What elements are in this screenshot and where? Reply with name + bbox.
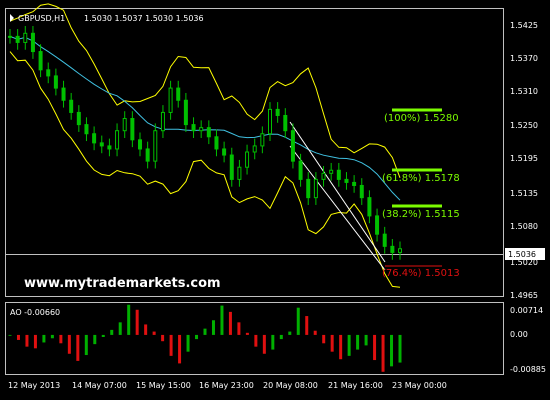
- candle-body: [206, 127, 211, 138]
- candle-body: [390, 245, 395, 253]
- time-tick: 12 May 2013: [8, 381, 60, 390]
- ao-tick: 0.00714: [510, 306, 543, 315]
- candle-body: [92, 133, 97, 144]
- chart-header: GBPUSD,H1 1.5030 1.5037 1.5030 1.5036: [10, 14, 204, 23]
- fib-618-label: (61.8%) 1.5178: [382, 173, 460, 184]
- candle-body: [245, 151, 250, 168]
- candle-body: [69, 99, 74, 113]
- candle-body: [8, 35, 12, 38]
- time-tick: 21 May 16:00: [328, 381, 383, 390]
- price-tick: 1.5250: [510, 121, 538, 130]
- price-axis: 1.5425 1.5370 1.5310 1.5250 1.5195 1.513…: [505, 21, 545, 300]
- bollinger-bands: [9, 3, 401, 288]
- candle-body: [398, 248, 402, 253]
- candle-body: [99, 142, 104, 147]
- candle-body: [306, 178, 311, 199]
- time-tick: 23 May 00:00: [392, 381, 447, 390]
- candle-body: [359, 184, 364, 199]
- candle-body: [15, 35, 20, 43]
- ohlc-label: 1.5030 1.5037 1.5030 1.5036: [84, 14, 204, 23]
- candle-body: [160, 111, 165, 132]
- candle-body: [84, 124, 89, 135]
- candle-body: [229, 154, 234, 180]
- candle-body: [283, 114, 288, 132]
- candle-body: [237, 166, 242, 180]
- price-tick: 1.5310: [510, 87, 538, 96]
- time-tick: 14 May 07:00: [72, 381, 127, 390]
- candle-body: [183, 99, 188, 126]
- price-tick: 1.5080: [510, 222, 538, 231]
- candle-body: [61, 87, 66, 101]
- candle-body: [153, 130, 158, 162]
- ao-tick: 0.00: [510, 330, 528, 339]
- candle-body: [321, 172, 326, 180]
- candle-body: [367, 197, 372, 217]
- fib-100-label: (100%) 1.5280: [384, 113, 459, 124]
- candle-body: [329, 169, 334, 174]
- candle-body: [130, 118, 135, 141]
- candle-body: [115, 130, 120, 150]
- candle-body: [191, 124, 196, 132]
- candle-body: [138, 139, 142, 150]
- candle-body: [53, 75, 58, 89]
- candle-body: [199, 127, 204, 132]
- candle-body: [382, 233, 387, 247]
- channel-upper-line[interactable]: [289, 121, 386, 263]
- candle-body: [38, 51, 43, 71]
- awesome-oscillator-bars: [8, 304, 402, 372]
- candle-body: [313, 178, 318, 199]
- candle-body: [76, 111, 81, 126]
- watermark-text: www.mytrademarkets.com: [24, 276, 221, 291]
- price-tick: 1.5195: [510, 154, 538, 163]
- candle-body: [275, 108, 280, 116]
- price-tick: 1.5370: [510, 54, 538, 63]
- candle-body: [145, 148, 150, 162]
- candle-body: [168, 87, 173, 113]
- time-tick: 20 May 08:00: [263, 381, 318, 390]
- candle-body: [30, 32, 35, 53]
- price-tick: 1.4965: [510, 291, 538, 300]
- candle-body: [214, 136, 219, 150]
- chart-window[interactable]: (100%) 1.5280 (61.8%) 1.5178 (38.2%) 1.5…: [0, 0, 550, 400]
- candle-body: [336, 169, 341, 180]
- ma-line: [9, 35, 401, 201]
- fib-764-label: (76.4%) 1.5013: [382, 268, 460, 279]
- price-tick: 1.5425: [510, 21, 538, 30]
- ao-tick: -0.00885: [510, 365, 546, 374]
- candle-body: [260, 133, 265, 147]
- fib-levels[interactable]: (100%) 1.5280 (61.8%) 1.5178 (38.2%) 1.5…: [382, 108, 460, 279]
- candle-body: [107, 145, 112, 150]
- bollinger-lower: [9, 51, 401, 288]
- symbol-label: GBPUSD,H1: [18, 14, 65, 23]
- candle-body: [352, 181, 357, 186]
- candle-body: [290, 130, 295, 162]
- moving-average: [9, 35, 401, 201]
- candle-body: [122, 118, 127, 132]
- candle-body: [298, 160, 303, 180]
- candle-body: [176, 87, 181, 101]
- candle-body: [268, 108, 272, 135]
- candle-body: [46, 69, 51, 77]
- time-tick: 16 May 23:00: [199, 381, 254, 390]
- indicator-name: AO -0.00660: [10, 308, 60, 317]
- time-tick: 15 May 15:00: [136, 381, 191, 390]
- candle-body: [344, 178, 349, 183]
- price-candles: [8, 26, 402, 260]
- candle-body: [252, 145, 257, 153]
- candle-body: [222, 148, 227, 156]
- candle-body: [23, 32, 28, 43]
- candle-body: [375, 215, 380, 235]
- time-axis: 12 May 2013 14 May 07:00 15 May 15:00 16…: [8, 381, 447, 390]
- fib-382-label: (38.2%) 1.5115: [382, 209, 460, 220]
- bollinger-upper: [9, 3, 401, 178]
- current-price-value: 1.5036: [508, 250, 536, 259]
- price-tick: 1.5135: [510, 189, 538, 198]
